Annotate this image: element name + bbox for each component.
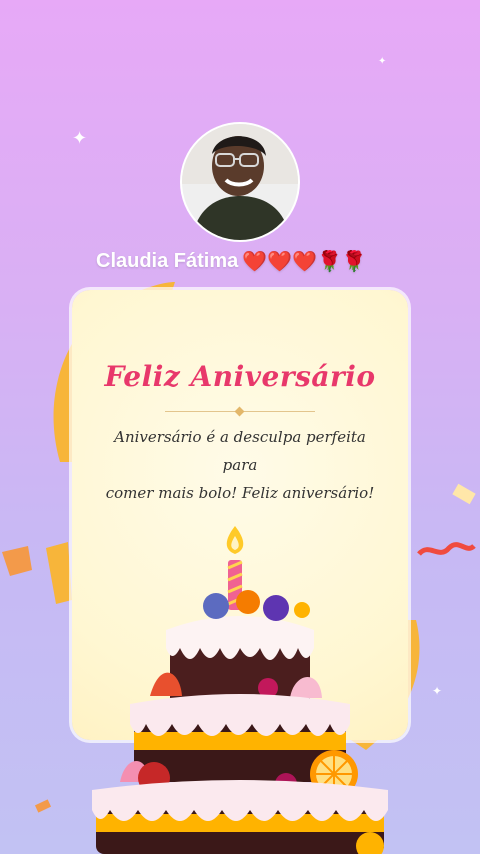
confetti-decoration [417,483,476,556]
card-title: Feliz Aniversário [104,360,376,393]
card-message-line: Aniversário é a desculpa perfeita para [114,428,366,474]
profile-name: Claudia Fátima [96,249,239,272]
profile-photo-icon [182,124,298,240]
avatar[interactable] [182,124,298,240]
heart-rose-emoji-icon: ❤️❤️❤️🌹🌹 [242,250,367,273]
card-message: Aniversário é a desculpa perfeita para c… [100,423,380,507]
profile-name-row: Claudia Fátima ❤️❤️❤️🌹🌹 [96,246,367,276]
ribbon-decoration [2,542,72,604]
card-message-line: comer mais bolo! Feliz aniversário! [105,484,375,502]
sparkle-icon: ✦ [378,56,387,67]
birthday-cake-icon [92,526,388,854]
sparkle-icon: ✦ [72,128,88,148]
